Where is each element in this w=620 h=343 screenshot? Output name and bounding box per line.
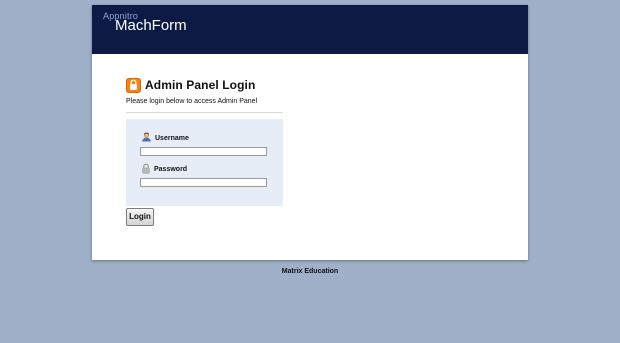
password-label: Password [154,166,188,173]
password-label-row: Password [141,163,187,176]
brand-name: MachForm [115,17,187,34]
footer-text: Matrix Education [281,268,339,275]
password-input[interactable] [140,178,267,187]
page-subtitle: Please login below to access Admin Panel [126,98,258,105]
page-title: Admin Panel Login [145,78,256,92]
password-lock-icon [141,163,151,176]
brand-main: MachForm [103,18,187,34]
user-icon [141,132,152,144]
title-divider [126,112,283,113]
login-window: Appnitro MachForm Admin Panel Login Plea… [92,5,528,260]
login-button[interactable]: Login [126,208,154,226]
username-label: Username [155,134,189,142]
username-input[interactable] [140,147,267,156]
login-content: Admin Panel Login Please login below to … [126,77,496,226]
title-row: Admin Panel Login [126,77,496,93]
credentials-panel: Username Password [126,119,283,206]
username-label-row: Username [141,132,189,144]
lock-icon [126,77,141,93]
crescent-logo-icon [103,22,113,34]
app-header: Appnitro MachForm [92,5,528,54]
page-background: Appnitro MachForm Admin Panel Login Plea… [0,0,620,343]
